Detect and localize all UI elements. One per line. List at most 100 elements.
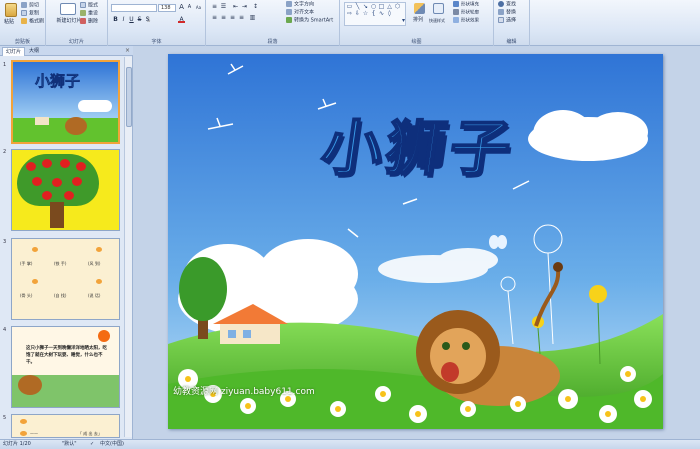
shrink-font-button[interactable]: A — [186, 4, 193, 11]
pane-close-icon[interactable]: × — [125, 47, 130, 54]
grow-font-button[interactable]: A — [178, 4, 185, 11]
rarrow-shape-icon[interactable]: ⇨ — [346, 11, 353, 17]
status-spell-icon[interactable]: ✓ — [90, 440, 94, 449]
slide-thumbnail-5[interactable]: —— 「 成 出 去」 — [11, 414, 120, 438]
thumb-cloud-icon — [78, 100, 112, 112]
text-direction-button[interactable]: 文字方向 — [286, 1, 314, 9]
thumb-leaf-icon — [96, 247, 102, 252]
layout-button[interactable]: 版式 — [80, 2, 98, 10]
hexagon-shape-icon[interactable]: ⬡ — [394, 4, 401, 10]
shapes-gallery[interactable]: ▭ ╲ ↘ ○ □ △ ⬡ ⇨ ⇩ ☆ { ∿ ◊ ▾ — [344, 2, 406, 26]
align-left-icon[interactable]: ≡ — [211, 14, 218, 21]
slides-pane: 幻灯片 大纲 × 1 小狮子 2 3 (手 掌) (铁 手) (风 到) (骨 … — [0, 46, 133, 439]
brush-icon — [21, 18, 27, 24]
curve-shape-icon[interactable]: ∿ — [378, 11, 385, 17]
delete-button[interactable]: 删除 — [80, 18, 98, 26]
editing-group: 查找 替换 选择 编辑 — [494, 0, 530, 46]
align-text-button[interactable]: 对齐文本 — [286, 9, 314, 17]
copy-button[interactable]: 复制 — [21, 10, 39, 18]
shadow-button[interactable]: S — [144, 16, 151, 23]
columns-icon[interactable]: ▥ — [249, 14, 256, 21]
select-label: 选择 — [506, 17, 517, 24]
tab-outline[interactable]: 大纲 — [26, 47, 42, 56]
slide-thumbnail-4[interactable]: 这只小狮子一天到晚懒洋洋地晒太阳，吃饱了就在大树下玩耍、睡觉，什么也不干。 — [11, 326, 120, 408]
star-shape-icon[interactable]: ☆ — [362, 11, 369, 17]
increase-indent-icon[interactable]: ⇥ — [241, 3, 248, 10]
slide-thumbnail-2[interactable] — [11, 149, 120, 231]
pane-scrollbar[interactable] — [124, 57, 132, 437]
underline-button[interactable]: U — [128, 16, 135, 23]
status-theme: "默认" — [62, 441, 77, 447]
status-language[interactable]: 中文(中国) — [100, 440, 124, 449]
thumb-apple-icon — [76, 162, 86, 171]
outline-pen-icon — [453, 9, 459, 15]
thumb-cell: (骨 头) — [20, 293, 33, 298]
delete-icon — [80, 18, 86, 24]
pane-scrollbar-thumb[interactable] — [126, 67, 132, 127]
delete-label: 删除 — [88, 18, 99, 25]
reset-button[interactable]: 重设 — [80, 10, 98, 18]
clear-format-button[interactable]: Aa — [195, 4, 202, 11]
font-size-combo[interactable]: 138 — [158, 4, 176, 12]
decrease-indent-icon[interactable]: ⇤ — [232, 3, 239, 10]
thumb-lion-icon — [18, 375, 42, 395]
copy-label: 复制 — [29, 10, 40, 17]
align-center-icon[interactable]: ≡ — [220, 14, 227, 21]
shape-fill-button[interactable]: 形状填充 — [453, 1, 479, 9]
quick-styles-button[interactable]: 快速样式 — [429, 17, 445, 24]
current-slide[interactable]: 小狮子 幼教资源网 ziyuan.baby611.com — [168, 54, 663, 429]
thumb-cell: (说 话) — [88, 293, 101, 298]
editing-group-label: 编辑 — [506, 39, 517, 45]
paste-button[interactable]: 粘贴 — [4, 19, 14, 26]
cursor-icon — [498, 17, 504, 23]
slide-illustration — [168, 54, 663, 429]
thumb-apple-icon — [52, 178, 62, 187]
align-text-label: 对齐文本 — [294, 9, 315, 16]
fill-bucket-icon — [453, 1, 459, 7]
italic-button[interactable]: I — [120, 16, 127, 23]
more-shapes-icon[interactable]: ▾ — [400, 18, 407, 24]
font-color-icon[interactable]: A — [178, 16, 185, 23]
justify-icon[interactable]: ≡ — [238, 14, 245, 21]
format-painter-button[interactable]: 格式刷 — [21, 18, 44, 26]
thumb-apple-icon — [42, 159, 52, 168]
thumb-title: 小狮子 — [35, 72, 81, 91]
smartart-button[interactable]: 转换为 SmartArt — [286, 17, 333, 25]
bullets-icon[interactable]: ≡ — [211, 3, 218, 10]
select-button[interactable]: 选择 — [498, 17, 516, 25]
thumb-leaf-icon — [20, 419, 27, 424]
brace-shape-icon[interactable]: { — [370, 11, 377, 17]
thumb-number: 1 — [3, 62, 7, 68]
slide-title[interactable]: 小狮子 — [268, 113, 568, 185]
status-slide-position: 幻灯片 1/20 — [3, 441, 31, 447]
shape-effects-label: 形状效果 — [461, 18, 479, 24]
shape-fill-label: 形状填充 — [461, 2, 479, 8]
paste-icon — [5, 3, 17, 17]
slide-thumbnail-3[interactable]: (手 掌) (铁 手) (风 到) (骨 头) (自 找) (说 话) — [11, 238, 120, 320]
find-button[interactable]: 查找 — [498, 1, 516, 9]
drawing-group-label: 绘图 — [411, 39, 422, 45]
font-name-combo[interactable] — [111, 4, 157, 12]
thumb-apple-icon — [72, 177, 82, 186]
shape-effects-button[interactable]: 形状效果 — [453, 17, 479, 25]
callout-shape-icon[interactable]: ◊ — [386, 11, 393, 17]
strike-button[interactable]: S — [136, 16, 143, 23]
cut-button[interactable]: 剪切 — [21, 2, 39, 10]
align-right-icon[interactable]: ≡ — [229, 14, 236, 21]
line-spacing-icon[interactable]: ↕ — [252, 3, 259, 10]
reset-icon — [80, 10, 86, 16]
tab-slides[interactable]: 幻灯片 — [2, 47, 26, 56]
shape-outline-button[interactable]: 形状轮廓 — [453, 9, 479, 17]
replace-button[interactable]: 替换 — [498, 9, 516, 17]
bold-button[interactable]: B — [112, 16, 119, 23]
slide-thumbnail-1[interactable]: 小狮子 — [11, 60, 120, 144]
arrange-button[interactable]: 排列 — [413, 17, 423, 24]
font-group: 138 A A Aa B I U S S A 字体 — [108, 0, 206, 46]
format-painter-label: 格式刷 — [29, 18, 45, 25]
darrow-shape-icon[interactable]: ⇩ — [354, 11, 361, 17]
thumb-cell: 「 成 出 去」 — [78, 431, 102, 436]
find-label: 查找 — [506, 1, 517, 8]
numbering-icon[interactable]: ☰ — [220, 3, 227, 10]
layout-label: 版式 — [88, 2, 99, 9]
thumb-leaf-icon — [32, 279, 38, 284]
